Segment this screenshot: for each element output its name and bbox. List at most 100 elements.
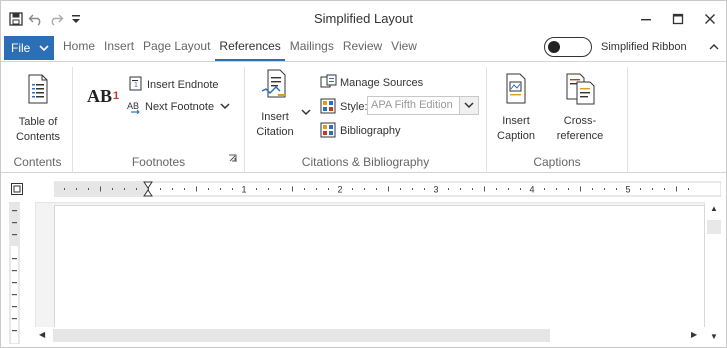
ruler-tick	[232, 188, 233, 190]
ruler-tick	[640, 188, 641, 190]
group-contents: Table of Contents Contents	[3, 67, 73, 173]
citation-style-select[interactable]: APA Fifth Edition	[367, 96, 479, 115]
ruler-tick	[364, 188, 365, 190]
insert-caption-icon	[504, 73, 528, 110]
manage-sources-label: Manage Sources	[340, 77, 424, 89]
ruler-tick	[652, 188, 653, 190]
table-of-contents-icon	[27, 74, 49, 109]
ruler-tick	[196, 186, 197, 192]
tab-page-layout[interactable]: Page Layout	[139, 36, 214, 61]
tab-view[interactable]: View	[387, 36, 421, 61]
ruler-tick	[76, 188, 77, 190]
chevron-down-icon	[459, 97, 478, 114]
tab-insert[interactable]: Insert	[100, 36, 138, 61]
ruler-tick	[616, 188, 617, 190]
tab-mailings[interactable]: Mailings	[286, 36, 338, 61]
insert-footnote-button[interactable]: AB 1	[87, 81, 119, 111]
tab-review[interactable]: Review	[339, 36, 386, 61]
cross-reference-label: Cross-reference	[556, 115, 604, 142]
ruler-number: 3	[433, 185, 438, 195]
ruler-tick	[184, 188, 185, 190]
ribbon-tabs: Home Insert Page Layout References Maili…	[59, 36, 422, 61]
ruler-tick	[328, 188, 329, 190]
vertical-scrollbar[interactable]: ▲ ▼	[705, 202, 723, 344]
ruler-tick	[160, 188, 161, 190]
insert-endnote-label: Insert Endnote	[147, 79, 219, 91]
file-label: File	[11, 41, 31, 55]
horizontal-scroll-thumb[interactable]	[53, 329, 550, 342]
insert-footnote-superscript: 1	[113, 90, 120, 102]
horizontal-scrollbar[interactable]: ◀ ▶	[35, 327, 705, 344]
scroll-left-icon[interactable]: ◀	[39, 330, 45, 339]
bibliography-icon	[320, 122, 340, 141]
insert-caption-button[interactable]: Insert Caption	[493, 73, 539, 144]
ruler-tick	[484, 186, 485, 192]
minimize-icon[interactable]	[630, 1, 662, 36]
scroll-down-icon[interactable]: ▼	[710, 332, 718, 341]
simplified-ribbon-toggle[interactable]	[544, 37, 592, 57]
horizontal-ruler[interactable]: 1 2 3 4 5	[54, 180, 721, 198]
toggle-knob	[548, 41, 560, 53]
close-icon[interactable]	[694, 1, 726, 36]
scroll-up-icon[interactable]: ▲	[710, 204, 718, 213]
ruler-tick	[124, 188, 125, 190]
ruler-number: 4	[529, 185, 534, 195]
vertical-ruler[interactable]	[1, 202, 27, 344]
ruler-tick	[460, 188, 461, 190]
ruler-tick	[352, 188, 353, 190]
ruler-tick	[676, 186, 677, 192]
group-label-footnotes: Footnotes	[131, 155, 186, 169]
ruler-tick	[316, 188, 317, 190]
group-label-captions: Captions	[533, 155, 581, 169]
citation-style-value: APA Fifth Edition	[371, 99, 453, 111]
insert-citation-button[interactable]: Insert Citation	[251, 69, 299, 140]
style-icon	[320, 98, 340, 117]
insert-citation-dropdown-icon[interactable]	[301, 105, 311, 119]
insert-citation-label-line1: Insert	[261, 111, 289, 123]
document-area: 1 2 3 4 5 ▲ ▼ ◀ ▶	[1, 174, 726, 347]
ruler-number: 5	[625, 185, 630, 195]
group-label-contents: Contents	[13, 155, 62, 169]
scroll-right-icon[interactable]: ▶	[691, 330, 697, 339]
ruler-tick	[136, 188, 137, 190]
insert-endnote-button[interactable]: 1 Insert Endnote	[129, 75, 219, 95]
ruler-tick	[664, 188, 665, 190]
maximize-icon[interactable]	[662, 1, 694, 36]
ruler-number: 1	[241, 185, 246, 195]
tab-home[interactable]: Home	[59, 36, 99, 61]
ruler-tick	[400, 188, 401, 190]
bibliography-button[interactable]: Bibliography	[320, 121, 401, 141]
window-title: Simplified Layout	[314, 11, 413, 26]
next-footnote-dropdown-icon[interactable]	[220, 101, 232, 113]
ruler-tick	[256, 188, 257, 190]
tab-references[interactable]: References	[215, 36, 285, 61]
next-footnote-button[interactable]: AB Next Footnote	[127, 97, 232, 117]
ruler-tick	[172, 188, 173, 190]
bibliography-label: Bibliography	[340, 125, 401, 137]
simplified-ribbon-label: Simplified Ribbon	[601, 41, 687, 53]
document-page[interactable]	[54, 205, 705, 329]
file-button[interactable]: File	[4, 36, 54, 60]
cross-reference-button[interactable]: Cross-reference	[541, 73, 619, 144]
tab-selector-icon[interactable]	[11, 183, 23, 198]
table-of-contents-button[interactable]: Table of Contents	[7, 74, 69, 145]
insert-citation-label-line2: Citation	[256, 126, 294, 138]
app-window: Simplified Layout File Home Insert Page …	[0, 0, 727, 348]
toc-label-line2: Contents	[15, 131, 61, 143]
ruler-tick	[220, 188, 221, 190]
manage-sources-button[interactable]: Manage Sources	[320, 73, 423, 93]
chevron-down-icon	[39, 41, 49, 55]
window-controls	[630, 1, 726, 36]
group-captions: Insert Caption Cross-reference Captions	[487, 67, 628, 173]
ruler-row: 1 2 3 4 5	[1, 177, 726, 199]
next-footnote-icon: AB	[127, 98, 145, 117]
ruler-number: 2	[337, 185, 342, 195]
vertical-scroll-thumb[interactable]	[707, 220, 721, 234]
svg-text:1: 1	[134, 82, 138, 89]
ruler-tick	[304, 188, 305, 190]
ruler-tick	[496, 188, 497, 190]
ruler-tick	[472, 188, 473, 190]
collapse-ribbon-icon[interactable]	[707, 40, 721, 54]
ruler-tick	[688, 188, 689, 190]
footnotes-dialog-launcher-icon[interactable]	[228, 152, 237, 166]
